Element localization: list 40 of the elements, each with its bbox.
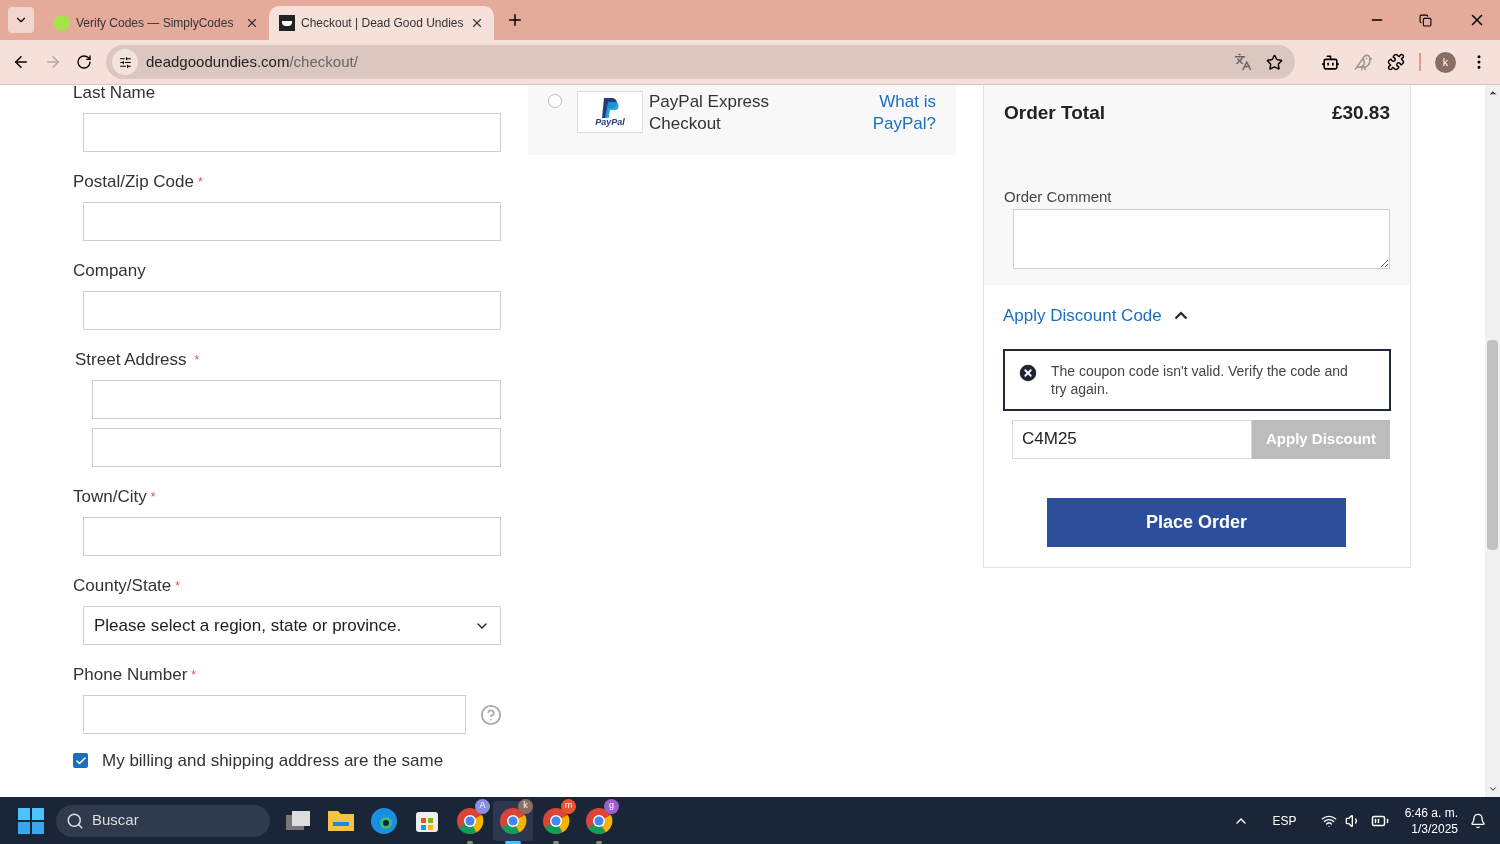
payment-method-label: PayPal Express Checkout (649, 91, 770, 135)
paypal-logo: PayPal (577, 91, 643, 133)
required-mark: * (194, 352, 200, 369)
field-label: County/State (73, 575, 172, 598)
profile-avatar[interactable]: k (1435, 51, 1456, 73)
required-mark: * (197, 174, 203, 191)
discount-code-field[interactable]: C4M25 (1012, 419, 1252, 459)
profile-badge: g (604, 798, 619, 814)
field-label: Postal/Zip Code (73, 171, 194, 194)
tab-title: Checkout | Dead Good Undies (301, 15, 464, 32)
address-bar[interactable]: deadgoodundies.com/checkout/ (106, 45, 1295, 79)
tab-title: Verify Codes — SimplyCodes (76, 15, 235, 32)
browser-tab[interactable]: Verify Codes — SimplyCodes (44, 6, 269, 40)
field-label: Town/City (73, 486, 147, 509)
field-label: Street Address (75, 349, 187, 372)
field-label: Order Comment (1004, 186, 1113, 207)
profile-badge: A (475, 798, 490, 814)
browser-tab[interactable]: Checkout | Dead Good Undies (269, 6, 494, 40)
taskbar-search-field[interactable]: Buscar (56, 804, 270, 837)
required-mark: * (191, 667, 196, 684)
language-indicator[interactable]: ESP (1272, 811, 1297, 830)
field-label: Company (73, 260, 146, 283)
url-text: deadgoodundies.com/checkout/ (146, 51, 358, 72)
clock-date[interactable]: 1/3/2025 (1411, 820, 1458, 837)
required-mark: * (175, 578, 180, 595)
order-total-value: £30.83 (1331, 101, 1390, 125)
clock-time[interactable]: 6:46 a. m. (1404, 804, 1458, 821)
region-select[interactable]: Please select a region, state or province. (83, 606, 501, 645)
checkbox-label: My billing and shipping address are the same (102, 750, 444, 772)
discount-toggle[interactable]: Apply Discount Code (1003, 303, 1391, 329)
profile-badge: k (518, 798, 533, 814)
paypal-info-link[interactable]: What is PayPal? (856, 91, 936, 135)
field-label: Last Name (73, 85, 156, 105)
profile-badge: m (561, 798, 576, 814)
field-label: Phone Number (73, 664, 188, 687)
chrome-taskbar-icon[interactable]: k (493, 800, 533, 841)
place-order-button[interactable]: Place Order (1047, 497, 1346, 547)
order-total-label: Order Total (1004, 101, 1105, 125)
required-mark: * (150, 489, 156, 506)
error-message: The coupon code isn't valid. Verify the code and try again. (1051, 361, 1349, 398)
